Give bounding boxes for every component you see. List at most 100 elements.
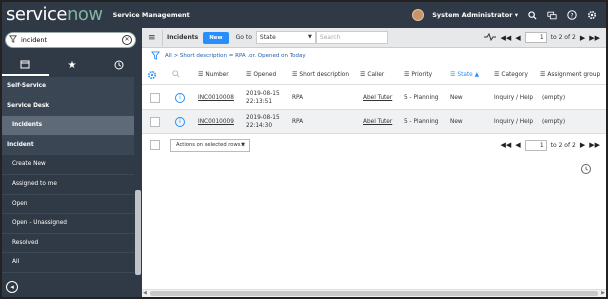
page-count: to 2 of 2 [550,34,576,41]
toolbar-divider [162,29,163,46]
page-number-input[interactable]: 1 [524,32,547,43]
column-header-assignment-group[interactable]: ☰ Assignment group [540,65,600,85]
sidebar-scrollbar[interactable] [135,190,141,275]
last-page-icon[interactable]: ▶▶ [589,141,600,149]
column-menu-icon[interactable]: ☰ [198,71,203,78]
user-menu[interactable]: System Administrator ▾ [432,11,518,19]
top-header: servicenow Service Management System Adm… [2,2,606,28]
nav-item-open[interactable]: Open [2,195,134,215]
avatar[interactable] [412,9,425,21]
column-menu-icon[interactable]: ☰ [404,71,409,78]
first-page-icon[interactable]: ◀◀ [500,141,511,149]
history-icon[interactable] [95,54,142,76]
list-title[interactable]: Incidents [167,34,198,41]
list-view: ≡ Incidents New Go to State ▼ Search ◀◀ ◀… [142,28,606,297]
column-menu-icon[interactable]: ☰ [246,71,251,78]
nav-item-resolved[interactable]: Resolved [2,234,134,254]
nav-item-incidents[interactable]: Incidents [2,116,134,136]
goto-field-select[interactable]: State ▼ [255,31,316,44]
nav-item-open-unassigned[interactable]: Open - Unassigned [2,214,134,234]
column-header-priority[interactable]: ☰ Priority [404,65,432,85]
hamburger-menu-icon[interactable]: ≡ [148,33,158,43]
state-cell: New [450,95,463,101]
scroll-left-icon[interactable]: ◀ [143,290,147,296]
column-menu-icon[interactable]: ☰ [360,71,365,78]
column-header-caller[interactable]: ☰ Caller [360,65,384,85]
column-menu-icon[interactable]: ☰ [292,71,297,78]
category-cell: Inquiry / Help [494,119,534,125]
row-checkbox[interactable] [150,110,160,134]
incident-number-link[interactable]: INC0010008 [198,86,234,110]
column-header-category[interactable]: ☰ Category [494,65,528,85]
help-icon[interactable]: ? [566,9,578,21]
search-icon[interactable] [526,9,538,21]
table-row: i INC0010008 2019-08-15 22:13:51 RPA Abel… [142,86,606,110]
product-title: Service Management [112,11,190,19]
filter-funnel-icon[interactable] [151,50,161,62]
nav-module-self-service[interactable]: Self-Service [2,77,134,97]
nav-item-all[interactable]: All [2,253,134,273]
column-header-number[interactable]: ☰ Number [198,65,229,85]
row-preview-icon[interactable]: i [175,86,185,110]
all-apps-icon[interactable] [2,54,49,76]
next-page-icon[interactable]: ▶ [580,141,585,149]
caller-link[interactable]: Abel Tuter [363,110,392,134]
list-settings-icon[interactable] [147,70,157,83]
list-footer: Actions on selected rows... ▼ ◀◀ ◀ 1 to 2… [142,135,606,155]
collapse-navigator-icon[interactable]: ◂ [6,281,18,293]
incident-number-link[interactable]: INC0010009 [198,110,234,134]
servicenow-logo[interactable]: servicenow [6,2,103,28]
chevron-down-icon: ▼ [308,34,312,40]
filter-icon [9,35,19,45]
first-page-icon[interactable]: ◀◀ [500,34,511,42]
scroll-right-icon[interactable]: ▶ [601,290,605,296]
chevron-down-icon: ▼ [241,141,245,148]
nav-item-create-new[interactable]: Create New [2,155,134,175]
page-number-input[interactable]: 1 [524,139,547,151]
goto-label: Go to [235,34,252,41]
row-preview-icon[interactable]: i [175,110,185,134]
nav-module-incident[interactable]: Incident [2,135,134,156]
nav-item-assigned-to-me[interactable]: Assigned to me [2,175,134,195]
column-header-state[interactable]: ☰ State ▲ [450,65,479,85]
prev-page-icon[interactable]: ◀ [515,141,520,149]
last-page-icon[interactable]: ▶▶ [589,34,600,42]
row-checkbox[interactable] [150,86,160,110]
prev-page-icon[interactable]: ◀ [515,34,520,42]
response-time-icon[interactable] [581,164,591,174]
column-menu-icon[interactable]: ☰ [450,71,455,78]
column-header-short-description[interactable]: ☰ Short description [292,65,349,85]
opened-cell: 2019-08-15 22:14:30 [246,115,280,129]
svg-text:?: ? [570,12,573,19]
column-header-opened[interactable]: ☰ Opened [246,65,276,85]
column-menu-icon[interactable]: ☰ [540,71,545,78]
navigator-tabs: ★ [2,54,142,76]
chat-icon[interactable] [546,9,558,21]
next-page-icon[interactable]: ▶ [580,34,585,42]
caller-link[interactable]: Abel Tuter [363,86,392,110]
gear-icon[interactable] [586,9,598,21]
favorites-icon[interactable]: ★ [49,54,96,76]
nav-module-service-desk[interactable]: Service Desk [2,96,134,117]
table-header: ☰ Number ☰ Opened ☰ Short description ☰ Call… [142,65,606,85]
new-button[interactable]: New [203,31,229,44]
list-toolbar: ≡ Incidents New Go to State ▼ Search ◀◀ ◀… [142,28,606,48]
clear-filter-icon[interactable]: ✕ [122,35,132,45]
column-search-icon[interactable] [172,70,180,80]
filter-text: incident [21,36,48,44]
horizontal-scrollbar[interactable]: ◀ ▶ [142,289,606,297]
actions-select[interactable]: Actions on selected rows... ▼ [170,138,250,152]
breadcrumb[interactable]: All > Short description = RPA .or. Opene… [165,53,306,59]
list-search-input[interactable]: Search [315,31,388,44]
category-cell: Inquiry / Help [494,95,534,101]
select-all-checkbox[interactable] [150,140,160,150]
assignment-group-cell: (empty) [542,95,566,101]
activity-stream-icon[interactable] [484,32,497,43]
state-cell: New [450,119,463,125]
priority-cell: 5 - Planning [404,119,439,125]
scrollbar-thumb[interactable] [150,291,598,296]
priority-cell: 5 - Planning [404,95,439,101]
column-menu-icon[interactable]: ☰ [494,71,499,78]
navigator-filter-input[interactable]: incident ✕ [5,32,136,48]
short-description-cell: RPA [292,95,304,101]
